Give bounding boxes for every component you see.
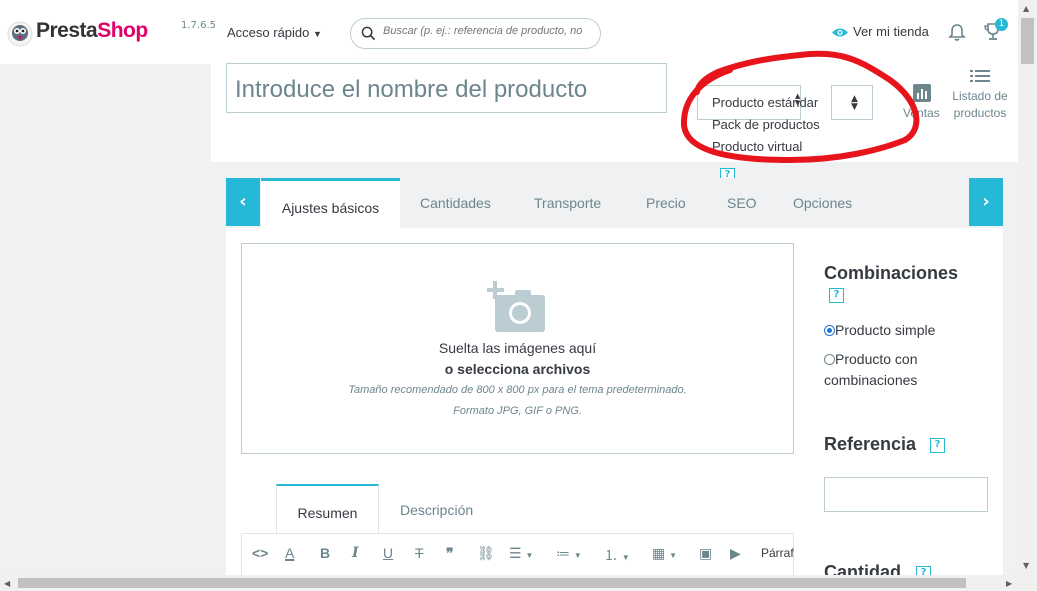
- source-code-icon[interactable]: <>: [252, 545, 268, 561]
- italic-icon[interactable]: I: [352, 545, 359, 561]
- numbered-list-icon[interactable]: ⒈ ▼: [604, 545, 630, 565]
- align-icon[interactable]: ☰ ▼: [509, 545, 533, 562]
- radio-comb-label1: Producto con: [835, 351, 918, 367]
- link-icon[interactable]: ⛓: [477, 545, 495, 562]
- product-list-label[interactable]: Listado de productos: [950, 88, 1010, 122]
- reference-title: Referencia: [824, 434, 917, 454]
- scroll-down-icon[interactable]: ▼: [1023, 561, 1029, 570]
- editor-toolbar: <> A B I U T ❞ ⛓ ☰ ▼ ≔ ▼ ⒈ ▼ ▦ ▼ ▣ ▶ Pár…: [241, 533, 794, 575]
- dropzone-format-hint: Formato JPG, GIF o PNG.: [453, 405, 582, 417]
- left-sidebar: [0, 64, 211, 575]
- tab-prev-button[interactable]: ‹: [226, 178, 260, 226]
- vertical-scrollbar[interactable]: [1018, 0, 1037, 575]
- product-type-select[interactable]: Producto estándar: [697, 85, 818, 120]
- list-icon[interactable]: [970, 68, 990, 87]
- tab-next-button[interactable]: ›: [969, 178, 1003, 226]
- quick-access-label: Acceso rápido: [227, 25, 310, 40]
- notification-badge: 1: [995, 18, 1008, 31]
- logo-prefix: Presta: [36, 19, 98, 42]
- bell-icon[interactable]: [948, 23, 966, 46]
- version-label: 1.7.6.5: [181, 20, 216, 31]
- dropzone-size-hint: Tamaño recomendado de 800 x 800 px para …: [348, 384, 687, 396]
- scroll-left-icon[interactable]: ◀: [4, 579, 10, 588]
- strikethrough-icon[interactable]: T: [415, 545, 424, 561]
- tab-basic-settings[interactable]: Ajustes básicos: [261, 178, 400, 228]
- type-option-pack[interactable]: Pack de productos: [712, 117, 820, 132]
- radio-simple-label: Producto simple: [835, 322, 936, 338]
- subtab-description[interactable]: Descripción: [400, 502, 473, 518]
- table-icon[interactable]: ▦ ▼: [652, 545, 677, 562]
- blockquote-icon[interactable]: ❞: [446, 545, 454, 562]
- vertical-scroll-thumb[interactable]: [1021, 18, 1034, 64]
- search-input[interactable]: [383, 25, 598, 37]
- image-icon[interactable]: ▣: [699, 545, 712, 562]
- sales-chart-icon[interactable]: [913, 84, 931, 102]
- product-type-selected: Producto estándar: [712, 95, 819, 110]
- select-arrows-icon: ▲ ▼: [851, 94, 858, 112]
- tab-quantities[interactable]: Cantidades: [420, 195, 491, 211]
- eye-icon: [832, 28, 848, 37]
- tab-seo[interactable]: SEO: [727, 195, 757, 211]
- subtab-summary[interactable]: Resumen: [276, 484, 379, 534]
- view-store-link[interactable]: Ver mi tienda: [831, 24, 929, 39]
- format-dropdown[interactable]: Párrafo: [761, 546, 794, 560]
- tab-shipping[interactable]: Transporte: [534, 195, 601, 211]
- caret-down-icon: ▼: [313, 29, 322, 39]
- bold-icon[interactable]: B: [320, 545, 330, 561]
- prestashop-logo-icon[interactable]: [7, 21, 33, 47]
- search-box[interactable]: [350, 18, 601, 49]
- text-color-icon[interactable]: A: [285, 545, 294, 561]
- prestashop-logo[interactable]: PrestaShop: [36, 19, 148, 43]
- horizontal-scroll-thumb[interactable]: [18, 578, 966, 588]
- help-icon[interactable]: ?: [930, 438, 945, 453]
- reference-input[interactable]: [824, 477, 988, 512]
- scroll-up-icon[interactable]: ▲: [1023, 4, 1029, 13]
- product-type-select-arrow[interactable]: ▲ ▼: [831, 85, 873, 120]
- logo-suffix: Shop: [97, 19, 148, 42]
- bullet-list-icon[interactable]: ≔ ▼: [556, 545, 582, 562]
- select-files-link[interactable]: o selecciona archivos: [241, 361, 794, 377]
- combinations-title: Combinaciones: [824, 263, 959, 283]
- select-arrows-icon: ▲ ▼: [795, 92, 801, 107]
- scroll-right-icon[interactable]: ▶: [1006, 579, 1012, 588]
- add-photo-icon: [486, 281, 547, 337]
- type-option-virtual[interactable]: Producto virtual: [712, 139, 802, 154]
- help-icon[interactable]: ?: [829, 288, 844, 303]
- underline-icon[interactable]: U: [383, 545, 393, 561]
- sales-label[interactable]: Ventas: [903, 106, 940, 120]
- tab-price[interactable]: Precio: [646, 195, 686, 211]
- radio-comb-label2: combinaciones: [824, 372, 918, 388]
- dropzone-text: Suelta las imágenes aquí: [438, 340, 597, 356]
- radio-combinations-product[interactable]: Producto con combinaciones: [824, 349, 918, 391]
- radio-simple-product[interactable]: Producto simple: [824, 320, 935, 341]
- radio-selected-icon[interactable]: [824, 325, 835, 336]
- product-name-input[interactable]: Introduce el nombre del producto: [226, 63, 667, 113]
- tab-options[interactable]: Opciones: [793, 195, 852, 211]
- view-store-label: Ver mi tienda: [853, 24, 929, 39]
- quick-access-dropdown[interactable]: Acceso rápido ▼: [227, 25, 322, 40]
- search-icon: [361, 26, 376, 41]
- media-icon[interactable]: ▶: [730, 545, 741, 562]
- radio-unselected-icon[interactable]: [824, 354, 835, 365]
